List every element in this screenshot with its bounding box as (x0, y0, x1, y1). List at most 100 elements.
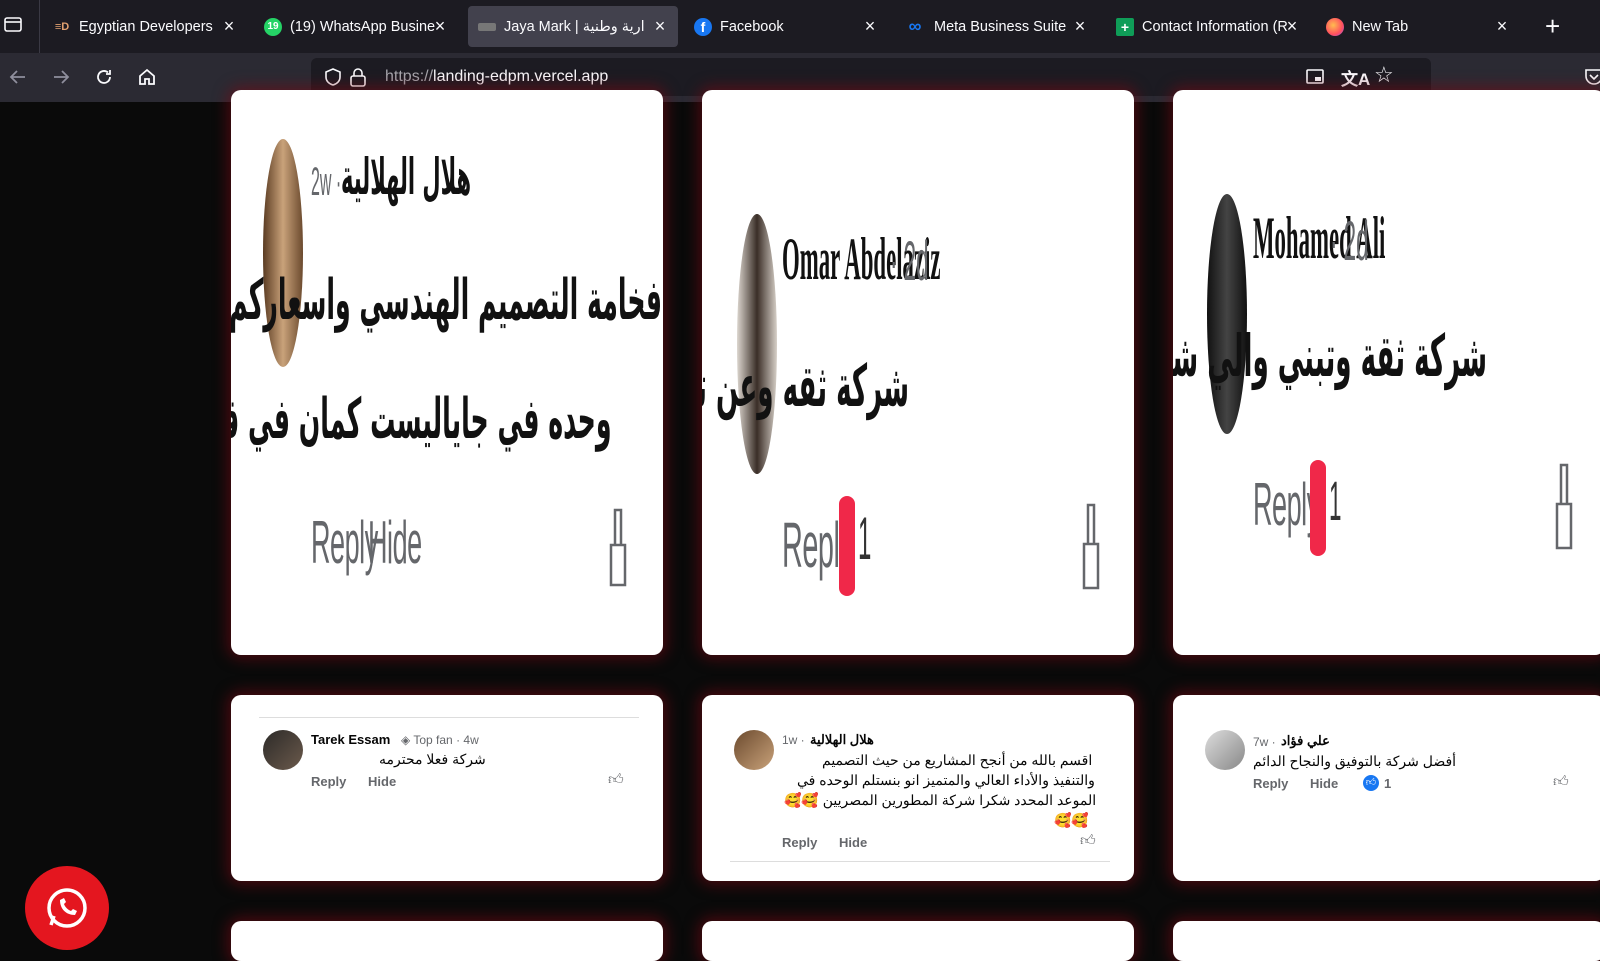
facebook-icon: f (694, 17, 712, 36)
arrow-left-icon (9, 70, 25, 84)
tab-separator (39, 0, 40, 53)
like-reaction-icon: 👍︎ (1363, 775, 1379, 791)
review-text-line-2: والتنفيذ والأداء العالي والمتميز انو بنس… (797, 772, 1095, 788)
list-all-tabs-icon[interactable] (4, 15, 22, 33)
review-text: شركة فعلا محترمه (379, 751, 486, 767)
tab-facebook[interactable]: f Facebook × (688, 6, 888, 47)
review-text: أفضل شركة بالتوفيق والنجاح الدائم (1253, 753, 1457, 769)
like-thumb-icon[interactable]: 👍︎ (1553, 773, 1569, 791)
like-thumb-icon[interactable]: 👍︎ (1080, 832, 1096, 850)
close-tab-icon[interactable]: × (219, 16, 239, 36)
reaction-count: 1 (1329, 469, 1342, 532)
tracking-protection-shield-icon[interactable] (324, 68, 342, 86)
sheets-icon: + (1116, 17, 1134, 36)
review-card-partial (231, 921, 663, 961)
home-icon (139, 68, 155, 85)
translate-icon[interactable]: 文A (1341, 65, 1370, 90)
hide-link[interactable]: Hide (368, 774, 396, 789)
hide-link[interactable]: Hide (368, 508, 422, 577)
review-text-line-1: شركة ثقه وعن تجربه (702, 352, 909, 420)
hide-link[interactable]: Hide (839, 835, 867, 850)
whatsapp-icon (47, 888, 87, 928)
tab-egyptian-developers[interactable]: ≡D Egyptian Developers × (47, 6, 247, 47)
reload-button[interactable] (92, 65, 116, 89)
like-thumb-icon[interactable] (1080, 500, 1102, 590)
close-tab-icon[interactable]: × (1070, 16, 1090, 36)
bookmark-star-icon[interactable]: ☆ (1374, 62, 1394, 88)
forward-button[interactable] (49, 65, 73, 89)
back-button[interactable] (6, 65, 30, 89)
reviewer-name: هلال الهلالية (810, 732, 874, 747)
review-text-line-4: 🥰🥰 (1054, 812, 1089, 828)
tab-jaya-mark[interactable]: Jaya Mark | ارية وطنية × (468, 6, 678, 47)
tab-meta-business-suite[interactable]: ∞ Meta Business Suite × (898, 6, 1098, 47)
avatar (1205, 730, 1245, 770)
review-time: 1w · (782, 733, 805, 747)
divider (259, 717, 639, 718)
badge-label: Top fan (413, 733, 453, 747)
picture-in-picture-icon[interactable] (1305, 67, 1325, 87)
review-card-small-2: 1w · هلال الهلالية اقسم بالله من أنجح ال… (702, 695, 1134, 881)
reply-link[interactable]: Reply (311, 774, 346, 789)
pocket-icon[interactable] (1584, 68, 1600, 86)
tab-new-tab[interactable]: New Tab × (1320, 6, 1520, 47)
meta-icon: ∞ (908, 16, 922, 36)
ed-logo-icon: ≡D (54, 20, 70, 33)
reaction-count: 1 (858, 505, 872, 572)
reply-link[interactable]: Reply (1253, 776, 1288, 791)
review-card-small-1: Tarek Essam ◈ Top fan · 4w شركة فعلا محت… (231, 695, 663, 881)
reload-icon (97, 70, 111, 84)
review-text-line-2: وحده في جاياليست كمان في قمة الفخااااااا… (231, 387, 612, 452)
reviewer-name: علي فؤاد (1281, 733, 1330, 748)
reviewer-name: هلال الهلالية (341, 148, 472, 206)
heart-reaction-icon (839, 496, 855, 596)
review-text-line-1: فخامة التصميم الهندسي واسعاركم في المتنا… (231, 268, 662, 333)
reaction-count: 1 (1384, 776, 1392, 791)
review-card-partial (1173, 921, 1600, 961)
url-protocol: https:// (385, 68, 434, 85)
review-card-large-3: Mohamed Ali · 2d شركة ثقة وتبني والي شار… (1173, 90, 1600, 655)
review-time: · 4w (456, 733, 479, 747)
reviewer-name: Tarek Essam (311, 732, 391, 747)
tab-strip: ≡D Egyptian Developers × 19 (19) WhatsAp… (0, 0, 1600, 53)
new-tab-button[interactable]: + (1545, 12, 1560, 40)
reply-link[interactable]: Reply (782, 835, 817, 850)
avatar (1207, 194, 1247, 434)
review-card-partial (702, 921, 1134, 961)
url-host: landing-edpm.vercel.app (433, 68, 609, 85)
whatsapp-float-button[interactable] (25, 866, 109, 950)
lock-icon[interactable] (349, 67, 367, 87)
close-tab-icon[interactable]: × (430, 16, 450, 36)
jaya-mark-icon (478, 22, 496, 31)
review-text-line-3: الموعد المحدد شكرا شركة المطورين المصريي… (784, 792, 1097, 808)
firefox-icon (1326, 17, 1344, 36)
avatar (263, 730, 303, 770)
review-time: 2w · (311, 160, 342, 204)
heart-reaction-icon (1310, 460, 1326, 556)
review-time: · 2d (890, 229, 929, 292)
divider (730, 861, 1110, 862)
tab-whatsapp[interactable]: 19 (19) WhatsApp Busine × (258, 6, 458, 47)
review-text-line-1: شركة ثقة وتبني والي شاري معاها كسبان (1173, 322, 1487, 390)
review-card-small-3: 7w · علي فؤاد أفضل شركة بالتوفيق والنجاح… (1173, 695, 1600, 881)
like-thumb-icon[interactable]: 👍︎ (608, 771, 624, 789)
close-tab-icon[interactable]: × (1492, 16, 1512, 36)
url-text[interactable]: https://landing-edpm.vercel.app (385, 68, 608, 86)
review-card-large-2: Omar Abdelaziz · 2d شركة ثقه وعن تجربه R… (702, 90, 1134, 655)
close-tab-icon[interactable]: × (1282, 16, 1302, 36)
like-thumb-icon[interactable] (1553, 460, 1575, 550)
whatsapp-icon: 19 (264, 17, 282, 36)
top-fan-badge: ◈ Top fan · 4w (401, 733, 479, 747)
review-text-line-1: اقسم بالله من أنجح المشاريع من حيث التصم… (822, 752, 1093, 768)
review-card-large-1: 2w · هلال الهلالية فخامة التصميم الهندسي… (231, 90, 663, 655)
like-thumb-icon[interactable] (607, 505, 629, 587)
tab-contact-information[interactable]: + Contact Information (R × (1110, 6, 1310, 47)
arrow-right-icon (54, 70, 70, 84)
avatar (734, 730, 774, 770)
close-tab-icon[interactable]: × (650, 16, 670, 36)
hide-link[interactable]: Hide (1310, 776, 1338, 791)
review-time: 7w · (1253, 735, 1276, 749)
review-time: · 2d (1330, 209, 1369, 272)
close-tab-icon[interactable]: × (860, 16, 880, 36)
home-button[interactable] (135, 65, 159, 89)
